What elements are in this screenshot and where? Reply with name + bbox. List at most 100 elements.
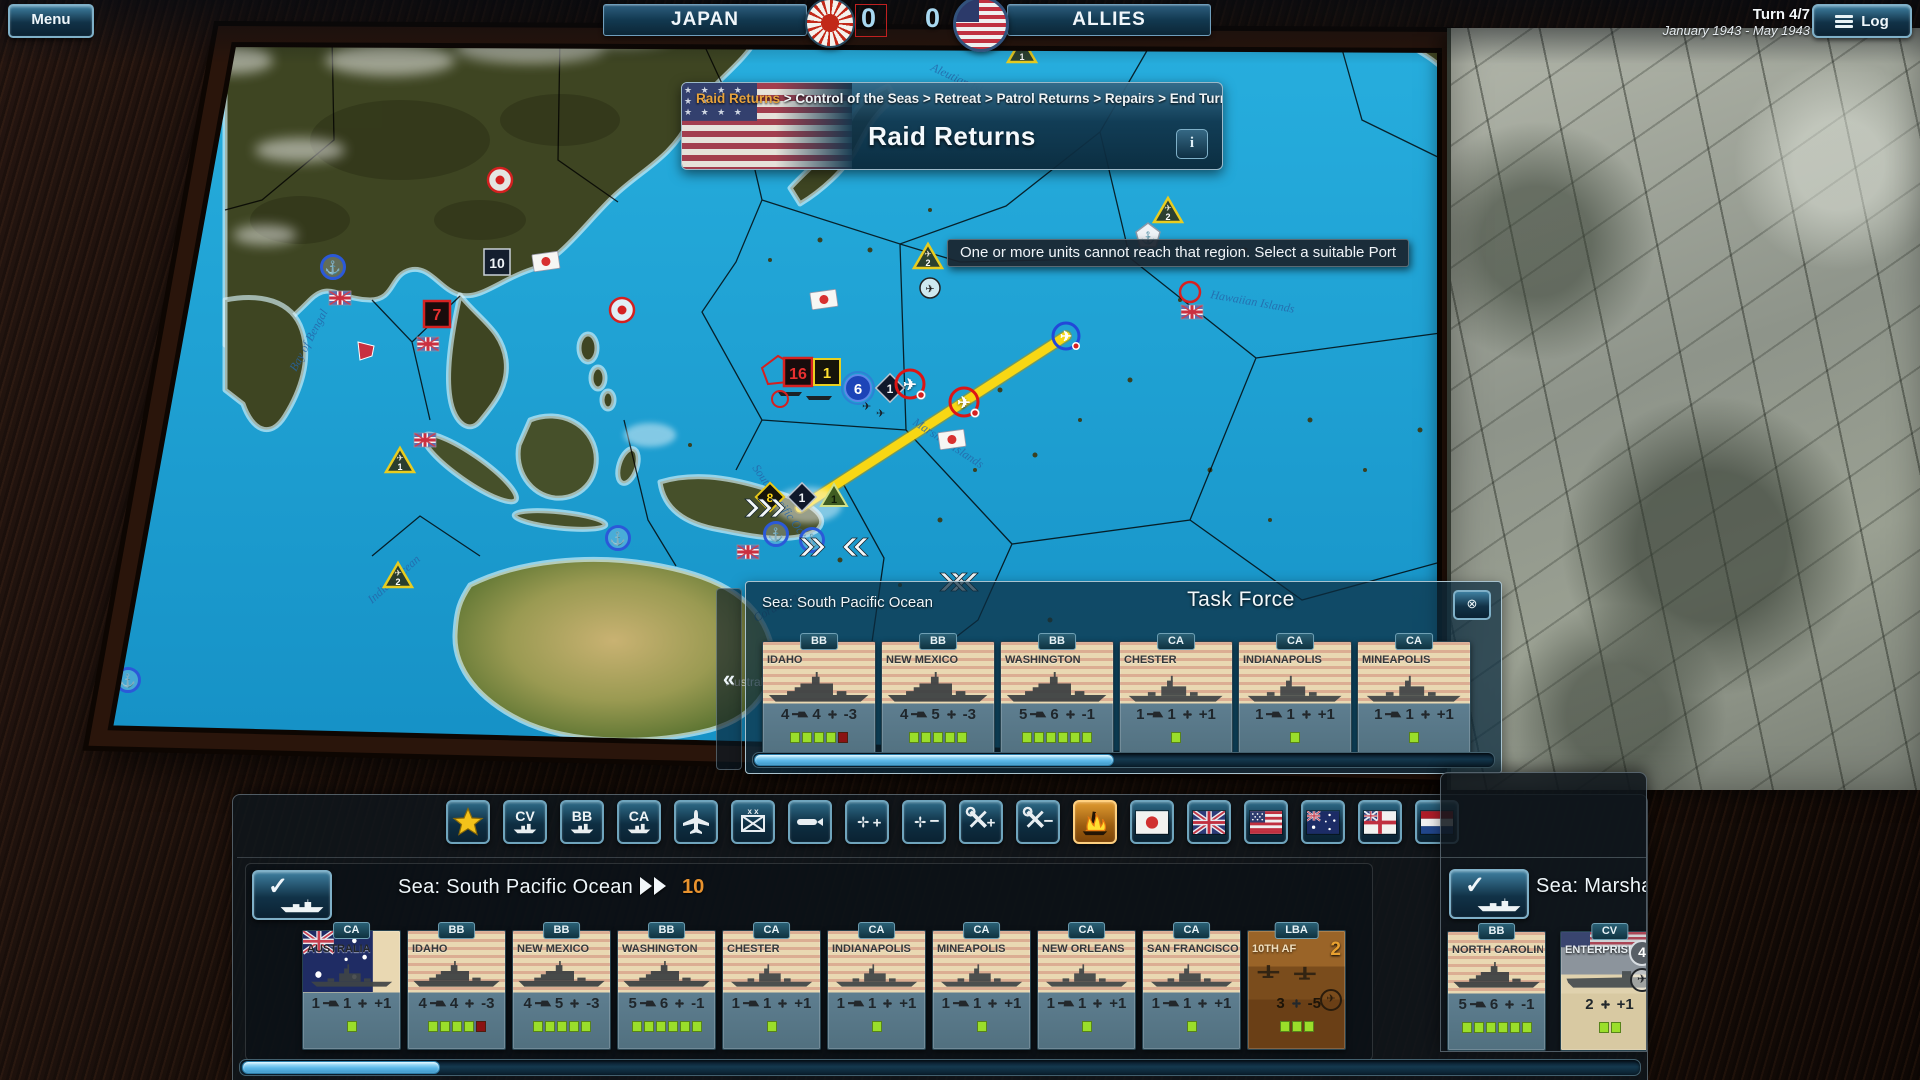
svg-text:1: 1 <box>887 382 894 396</box>
map-marker-port-jp[interactable] <box>610 298 634 322</box>
propeller-icon <box>461 997 478 1010</box>
task-force-region-label: Sea: South Pacific Ocean <box>762 594 933 611</box>
propeller-icon <box>354 997 371 1010</box>
map-marker-anchor[interactable]: ⚓ <box>322 256 345 279</box>
ship-card-new-mexico[interactable]: BBNEW MEXICO45-3 <box>512 930 611 1050</box>
filter-speed-down-button[interactable]: − <box>902 800 946 844</box>
filter-bb-button[interactable]: BB <box>560 800 604 844</box>
move-value: 3 <box>1276 995 1284 1012</box>
move-value: 1 <box>1405 706 1413 723</box>
filter-flag-japan-button[interactable] <box>1130 800 1174 844</box>
filter-ca-button[interactable]: CA <box>617 800 661 844</box>
task-force-scrollbar-thumb[interactable] <box>754 754 1114 766</box>
attack-value: 4 <box>781 706 789 723</box>
map-marker-num-blue[interactable]: 6 <box>842 372 874 404</box>
filter-flag-australia-button[interactable] <box>1301 800 1345 844</box>
hamburger-icon <box>1835 13 1853 30</box>
health-blocks <box>933 1021 1030 1032</box>
bottom-scrollbar-track[interactable] <box>239 1059 1641 1076</box>
map-marker-flag-jp[interactable] <box>938 429 966 449</box>
filter-cv-button[interactable]: CV <box>503 800 547 844</box>
task-force-collapse-button[interactable]: « <box>716 588 742 770</box>
log-button[interactable]: Log <box>1812 4 1912 38</box>
ship-card-enterprise[interactable]: CVENTERPRISE⚑4✈2+1 <box>1560 931 1647 1051</box>
info-button[interactable]: i <box>1176 129 1208 159</box>
filter-damaged-button[interactable] <box>1073 800 1117 844</box>
modifier-value: -1 <box>1521 996 1534 1013</box>
ship-card-chester[interactable]: CACHESTER11+1 <box>1119 641 1233 761</box>
filter-torpedo-button[interactable] <box>788 800 832 844</box>
move-value: 1 <box>868 995 876 1012</box>
ship-card-washington[interactable]: BBWASHINGTON56-1 <box>617 930 716 1050</box>
card-art <box>882 642 994 703</box>
ship-card-idaho[interactable]: BBIDAHO44-3 <box>407 930 506 1050</box>
unit-filter-toolbar: CV BB CA x x + − + − <box>446 800 1459 844</box>
bottom-scrollbar-thumb[interactable] <box>242 1061 440 1074</box>
map-marker-flag-uk[interactable] <box>414 433 436 447</box>
ship-card-washington[interactable]: BBWASHINGTON56-1 <box>1000 641 1114 761</box>
filter-favorites-button[interactable] <box>446 800 490 844</box>
ship-card-10th-af[interactable]: LBA10TH AF2✈3-5 <box>1247 930 1346 1050</box>
unit-name: MINEAPOLIS <box>1362 654 1468 666</box>
unit-class-tag: BB <box>438 922 476 939</box>
ship-card-chester[interactable]: CACHESTER11+1 <box>722 930 821 1050</box>
unit-class-tag: CA <box>1276 633 1314 650</box>
map-marker-flag-uk[interactable] <box>737 545 759 559</box>
gun-icon <box>792 708 809 721</box>
filter-flag-ensign-button[interactable] <box>1358 800 1402 844</box>
ship-card-mineapolis[interactable]: CAMINEAPOLIS11+1 <box>1357 641 1471 761</box>
ship-card-indianapolis[interactable]: CAINDIANAPOLIS11+1 <box>827 930 926 1050</box>
svg-text:+: + <box>873 815 882 832</box>
unit-class-tag: BB <box>1038 633 1076 650</box>
map-marker-circle-plane[interactable]: ✈ <box>920 278 940 298</box>
filter-infantry-button[interactable]: x x <box>731 800 775 844</box>
filter-aircraft-button[interactable] <box>674 800 718 844</box>
filter-repair-up-button[interactable]: + <box>959 800 1003 844</box>
unit-stats: 11+1 <box>1120 706 1232 723</box>
ship-card-north-carolina[interactable]: BBNORTH CAROLINA56-1 <box>1447 931 1546 1051</box>
svg-text:1: 1 <box>1019 52 1024 62</box>
confirm-region-button[interactable]: ✓ <box>252 870 332 920</box>
map-marker-anchor[interactable]: ⚓ <box>607 527 630 550</box>
card-art <box>1448 932 1545 993</box>
close-icon[interactable]: ⊗ <box>1453 590 1491 620</box>
map-marker-flag-uk[interactable] <box>1181 305 1203 319</box>
map-marker-flag-jp[interactable] <box>810 289 838 309</box>
propeller-icon <box>1417 708 1434 721</box>
ship-card-australia[interactable]: CAAUSTRALIA11+1 <box>302 930 401 1050</box>
map-marker-flag-uk[interactable] <box>417 337 439 351</box>
map-marker-port-jp[interactable] <box>488 168 512 192</box>
filter-flag-usa-button[interactable] <box>1244 800 1288 844</box>
svg-text:✈: ✈ <box>903 377 916 394</box>
map-marker-flag-jp[interactable] <box>532 251 560 271</box>
ship-card-san-francisco[interactable]: CASAN FRANCISCO11+1 <box>1142 930 1241 1050</box>
map-marker-flag-uk[interactable] <box>329 291 351 305</box>
gun-icon <box>1163 997 1180 1010</box>
map-marker-badge-navy[interactable]: 10 <box>484 249 510 275</box>
ship-card-idaho[interactable]: BBIDAHO44-3 <box>762 641 876 761</box>
unit-class-tag: BB <box>800 633 838 650</box>
menu-button[interactable]: Menu <box>8 4 94 38</box>
svg-text:2: 2 <box>395 577 400 587</box>
flag-marker-icon: ⚑ <box>1646 926 1647 939</box>
card-art <box>1143 931 1240 992</box>
unit-name: NORTH CAROLINA <box>1452 944 1543 956</box>
task-force-scrollbar-track[interactable] <box>752 752 1495 768</box>
svg-text:+: + <box>987 815 996 832</box>
health-blocks <box>1239 732 1351 743</box>
ship-card-indianapolis[interactable]: CAINDIANAPOLIS11+1 <box>1238 641 1352 761</box>
unit-name: IDAHO <box>767 654 873 666</box>
attack-value: 1 <box>1255 706 1263 723</box>
filter-flag-uk-button[interactable] <box>1187 800 1231 844</box>
svg-text:−: − <box>1044 812 1054 831</box>
ship-card-new-mexico[interactable]: BBNEW MEXICO45-3 <box>881 641 995 761</box>
map-marker-badge-red[interactable]: 7 <box>424 301 450 327</box>
map-marker-anchor[interactable]: ⚓ <box>765 523 788 546</box>
ship-card-mineapolis[interactable]: CAMINEAPOLIS11+1 <box>932 930 1031 1050</box>
filter-repair-down-button[interactable]: − <box>1016 800 1060 844</box>
unit-stats: 11+1 <box>723 995 820 1012</box>
ship-card-new-orleans[interactable]: CANEW ORLEANS11+1 <box>1037 930 1136 1050</box>
confirm-region-button[interactable]: ✓ <box>1449 869 1529 919</box>
filter-speed-up-button[interactable]: + <box>845 800 889 844</box>
unit-class-tag: BB <box>543 922 581 939</box>
